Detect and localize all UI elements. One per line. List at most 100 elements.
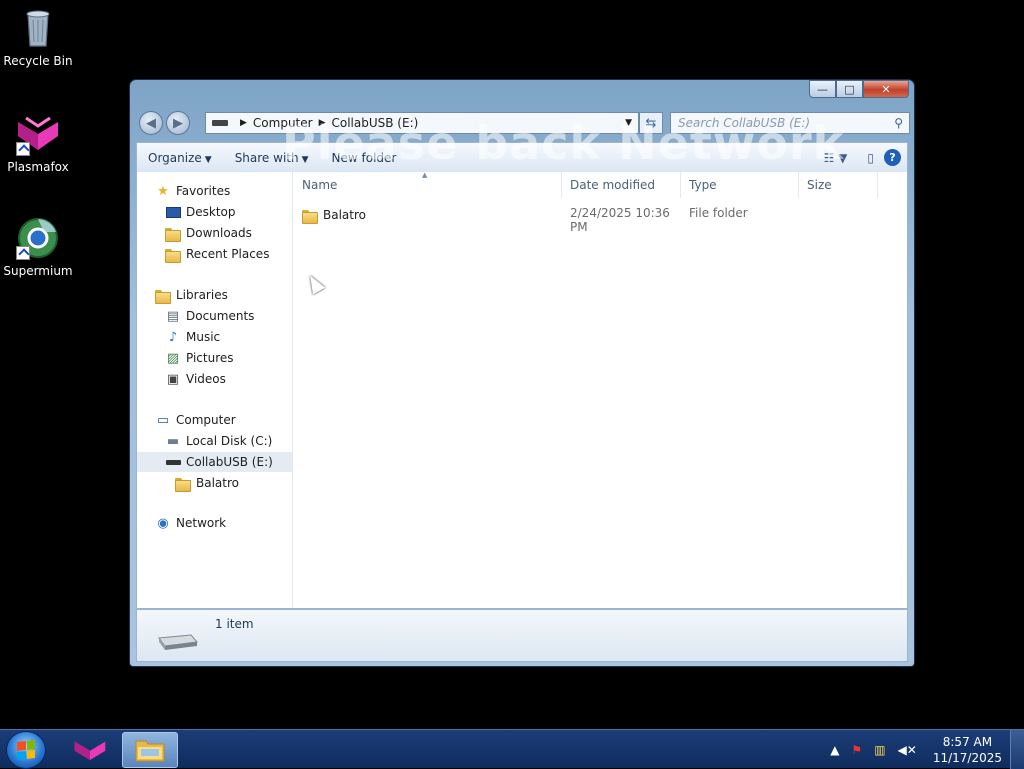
nav-pictures[interactable]: ▨ Pictures xyxy=(137,348,292,368)
chevron-right-icon[interactable]: ▶ xyxy=(319,118,326,128)
column-header-name[interactable]: Name ▲ xyxy=(294,171,562,198)
nav-label: Desktop xyxy=(186,205,236,219)
column-header-type[interactable]: Type xyxy=(681,172,799,198)
desktop-icon xyxy=(165,205,181,219)
documents-icon: ▤ xyxy=(166,308,180,324)
nav-label: Documents xyxy=(186,309,255,323)
refresh-button[interactable]: ⇆ xyxy=(639,112,663,134)
share-with-button[interactable]: Share with ▼ xyxy=(224,151,321,165)
nav-music[interactable]: ♪ Music xyxy=(137,327,292,347)
usb-drive-icon xyxy=(165,455,181,469)
breadcrumb-computer[interactable]: Computer xyxy=(253,116,313,130)
explorer-window: — □ ✕ ◀ ▶ ▶ Computer ▶ CollabUSB (E:) ▼ … xyxy=(129,79,915,667)
search-placeholder: Search CollabUSB (E:) xyxy=(678,116,811,130)
shortcut-arrow-icon xyxy=(16,142,30,156)
folder-icon xyxy=(302,209,318,224)
nav-label: Music xyxy=(186,330,221,344)
recycle-bin-icon xyxy=(16,6,60,50)
back-button[interactable]: ◀ xyxy=(139,111,163,135)
search-icon[interactable]: ⚲ xyxy=(894,116,903,130)
clock-date: 11/17/2025 xyxy=(932,750,1002,765)
chevron-right-icon[interactable]: ▶ xyxy=(240,118,247,128)
volume-muted-icon[interactable]: ◀✕ xyxy=(898,743,917,757)
command-bar: Organize ▼ Share with ▼ New folder ☷ ▼ ▯ ? xyxy=(136,142,908,172)
column-header-date-modified[interactable]: Date modified xyxy=(562,172,681,198)
taskbar-plasmafox[interactable] xyxy=(62,732,118,768)
nav-downloads[interactable]: Downloads xyxy=(137,223,292,243)
file-list[interactable]: Name ▲ Date modified Type Size Balatro 2… xyxy=(294,171,907,608)
start-button[interactable] xyxy=(6,731,46,769)
chevron-down-icon[interactable]: ▼ xyxy=(625,118,632,128)
taskbar: ▲ ⚑ ▥ ◀✕ 8:57 AM 11/17/2025 xyxy=(0,729,1024,769)
show-hidden-icons-icon[interactable]: ▲ xyxy=(830,743,839,757)
refresh-icon: ⇆ xyxy=(645,115,657,131)
nav-recent-places[interactable]: Recent Places xyxy=(137,244,292,264)
desktop-icon-label: Supermium xyxy=(3,264,73,278)
nav-libraries[interactable]: Libraries xyxy=(137,285,292,305)
nav-label: Recent Places xyxy=(186,247,270,261)
taskbar-explorer[interactable] xyxy=(122,732,178,768)
network-icon: ◉ xyxy=(157,515,169,531)
column-header-size[interactable]: Size xyxy=(799,172,878,198)
nav-documents[interactable]: ▤ Documents xyxy=(137,306,292,326)
file-date-cell: 2/24/2025 10:36 PM xyxy=(570,206,670,234)
nav-label: Local Disk (C:) xyxy=(186,434,273,448)
column-label: Type xyxy=(689,178,717,192)
toolbar-right: ☷ ▼ ▯ ? xyxy=(814,149,907,166)
libraries-icon xyxy=(155,288,171,304)
nav-label: CollabUSB (E:) xyxy=(186,455,273,469)
navigation-row: ◀ ▶ ▶ Computer ▶ CollabUSB (E:) ▼ ⇆ Sear… xyxy=(136,110,910,136)
search-input[interactable]: Search CollabUSB (E:) ⚲ xyxy=(670,112,910,134)
show-desktop-button[interactable] xyxy=(1010,730,1024,769)
music-icon: ♪ xyxy=(168,329,178,345)
nav-balatro[interactable]: Balatro xyxy=(137,473,292,493)
column-label: Name xyxy=(302,178,338,192)
file-type-cell: File folder xyxy=(689,206,748,220)
new-folder-label: New folder xyxy=(331,150,397,165)
file-row[interactable]: Balatro 2/24/2025 10:36 PM File folder xyxy=(294,202,907,234)
file-name-cell[interactable]: Balatro xyxy=(294,202,562,224)
nav-computer[interactable]: ▭ Computer xyxy=(137,410,292,430)
preview-pane-icon[interactable]: ▯ xyxy=(867,151,874,165)
nav-network[interactable]: ◉ Network xyxy=(137,513,292,533)
recent-places-icon xyxy=(165,247,181,263)
maximize-button[interactable]: □ xyxy=(836,80,863,98)
nav-videos[interactable]: ▣ Videos xyxy=(137,369,292,389)
nav-local-disk[interactable]: ▬ Local Disk (C:) xyxy=(137,431,292,451)
organize-label: Organize xyxy=(148,150,202,165)
nav-label: Computer xyxy=(176,413,236,427)
hard-drive-icon: ▬ xyxy=(166,433,180,449)
file-name: Balatro xyxy=(323,208,366,222)
network-status-icon[interactable]: ▥ xyxy=(874,743,885,757)
plasmafox-icon xyxy=(74,741,106,760)
column-label: Date modified xyxy=(570,178,656,192)
desktop-icon-label: Plasmafox xyxy=(7,160,69,174)
nav-favorites[interactable]: ★ Favorites xyxy=(137,181,292,201)
usb-drive-large-icon xyxy=(155,632,199,652)
nav-label: Network xyxy=(176,516,227,530)
breadcrumb-collabusb[interactable]: CollabUSB (E:) xyxy=(332,116,419,130)
column-label: Size xyxy=(807,178,832,192)
new-folder-button[interactable]: New folder xyxy=(321,151,409,165)
clock[interactable]: 8:57 AM 11/17/2025 xyxy=(933,734,1002,766)
chevron-down-icon: ▼ xyxy=(301,154,309,165)
nav-collabusb[interactable]: CollabUSB (E:) xyxy=(137,452,292,472)
file-size-cell xyxy=(799,202,878,224)
desktop-icon-supermium[interactable]: Supermium xyxy=(0,216,76,278)
desktop-icon-label: Recycle Bin xyxy=(3,54,73,68)
minimize-button[interactable]: — xyxy=(809,80,836,98)
address-bar[interactable]: ▶ Computer ▶ CollabUSB (E:) ▼ xyxy=(205,112,639,134)
desktop-icon-recycle-bin[interactable]: Recycle Bin xyxy=(0,6,76,68)
view-options-icon[interactable]: ☷ ▼ xyxy=(824,151,848,165)
help-icon[interactable]: ? xyxy=(884,149,901,166)
supermium-icon xyxy=(16,216,60,260)
content-area: ★ Favorites Desktop Downloads Recent Plac… xyxy=(136,171,908,609)
navigation-pane[interactable]: ★ Favorites Desktop Downloads Recent Plac… xyxy=(137,172,293,608)
nav-desktop[interactable]: Desktop xyxy=(137,202,292,222)
close-button[interactable]: ✕ xyxy=(863,80,909,98)
action-center-flag-icon[interactable]: ⚑ xyxy=(851,743,862,757)
forward-button[interactable]: ▶ xyxy=(166,111,190,135)
organize-button[interactable]: Organize ▼ xyxy=(137,151,224,165)
nav-label: Balatro xyxy=(196,476,239,490)
desktop-icon-plasmafox[interactable]: Plasmafox xyxy=(0,112,76,174)
